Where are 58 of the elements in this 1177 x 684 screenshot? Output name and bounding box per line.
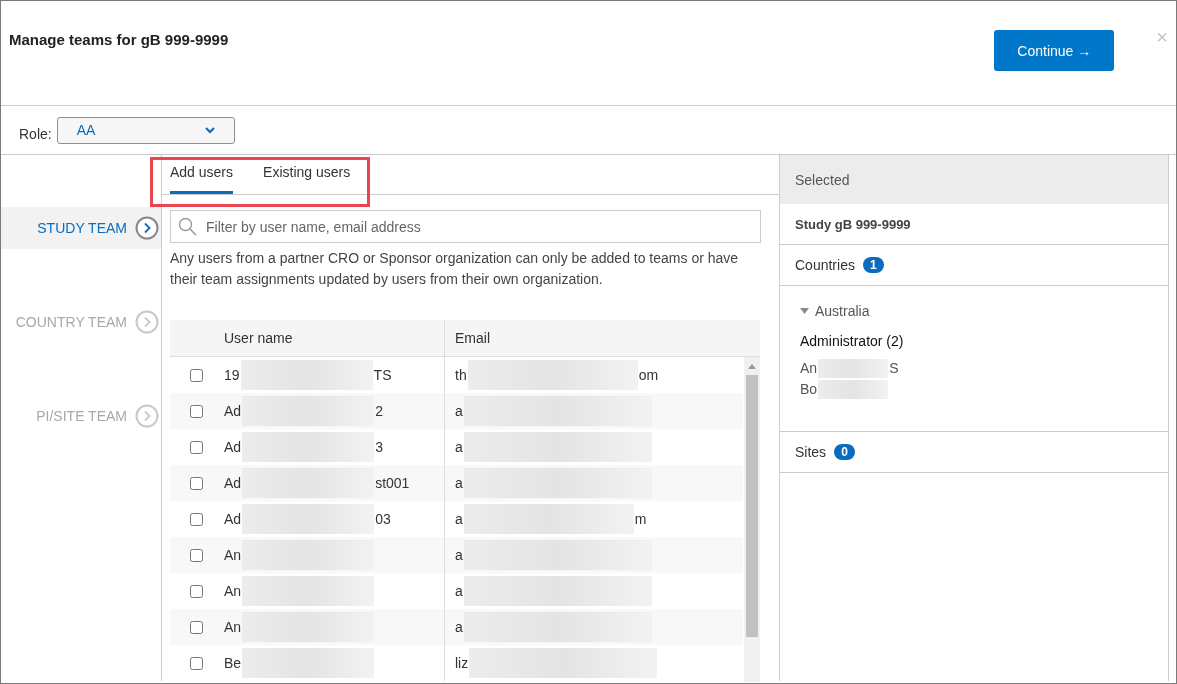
- email-cell: a: [455, 432, 653, 462]
- user-name-cell: An: [224, 612, 376, 642]
- user-name-cell: An: [224, 576, 376, 606]
- column-header[interactable]: Email: [444, 320, 760, 356]
- row-checkbox[interactable]: [190, 440, 203, 454]
- redaction-blur: [818, 380, 889, 399]
- search-field[interactable]: Filter by user name, email address: [170, 210, 761, 243]
- chevron-circle-icon: [135, 310, 159, 334]
- panel-header: Selected: [780, 155, 1168, 204]
- role-group-label: Administrator (2): [800, 333, 905, 349]
- user-name-cell: Ad 2: [224, 396, 383, 426]
- role-label: Role:: [19, 126, 52, 142]
- row-checkbox[interactable]: [190, 656, 203, 670]
- member-name: Bo: [800, 379, 890, 400]
- email-cell: a: [455, 540, 653, 570]
- email-cell: a: [455, 612, 653, 642]
- search-icon: [178, 217, 197, 236]
- role-dropdown[interactable]: AA: [56, 116, 235, 144]
- redaction-blur: [818, 359, 889, 378]
- user-name-cell: Be: [224, 648, 376, 678]
- email-cell: a m: [455, 504, 647, 534]
- section-label: Countries: [795, 257, 855, 273]
- tab[interactable]: Add users: [170, 164, 234, 194]
- row-checkbox[interactable]: [190, 584, 203, 598]
- member-name: An S: [800, 358, 899, 379]
- user-name-cell: Ad st001: [224, 468, 410, 498]
- row-checkbox[interactable]: [190, 512, 203, 526]
- user-name-cell: Ad 03: [224, 504, 391, 534]
- user-name-cell: 19 TS: [224, 360, 392, 390]
- row-checkbox[interactable]: [190, 404, 203, 418]
- dialog-title: Manage teams for gB 999-9999: [9, 31, 230, 48]
- team-nav-item[interactable]: STUDY TEAM: [1, 207, 161, 249]
- row-checkbox[interactable]: [190, 368, 203, 382]
- section-label: Sites: [795, 444, 827, 460]
- study-name: Study gB 999-9999: [795, 216, 911, 232]
- scroll-up-icon[interactable]: [748, 364, 756, 369]
- count-badge: 0: [834, 444, 855, 460]
- email-cell: th om: [455, 360, 659, 390]
- user-name-cell: Ad 3: [224, 432, 383, 462]
- row-checkbox[interactable]: [190, 548, 203, 562]
- row-checkbox[interactable]: [190, 620, 203, 634]
- chevron-down-icon: [204, 126, 215, 134]
- caret-down-icon: [800, 308, 809, 314]
- scrollbar[interactable]: [744, 357, 760, 682]
- tab[interactable]: Existing users: [263, 164, 351, 194]
- email-cell: a: [455, 468, 653, 498]
- email-cell: a: [455, 396, 653, 426]
- row-checkbox[interactable]: [190, 476, 203, 490]
- count-badge: 1: [862, 257, 884, 273]
- country-toggle[interactable]: Australia: [800, 303, 870, 319]
- email-cell: liz: [455, 648, 659, 678]
- email-cell: a: [455, 576, 653, 606]
- chevron-circle-icon: [135, 216, 159, 240]
- column-header[interactable]: User name: [170, 320, 444, 356]
- chevron-circle-icon: [135, 404, 159, 428]
- user-name-cell: An: [224, 540, 376, 570]
- continue-button[interactable]: Continue →: [994, 30, 1115, 71]
- notice-text: Any users from a partner CRO or Sponsor organization can only be added to teams or have their team assignments updated by users from their own organization.: [170, 249, 740, 289]
